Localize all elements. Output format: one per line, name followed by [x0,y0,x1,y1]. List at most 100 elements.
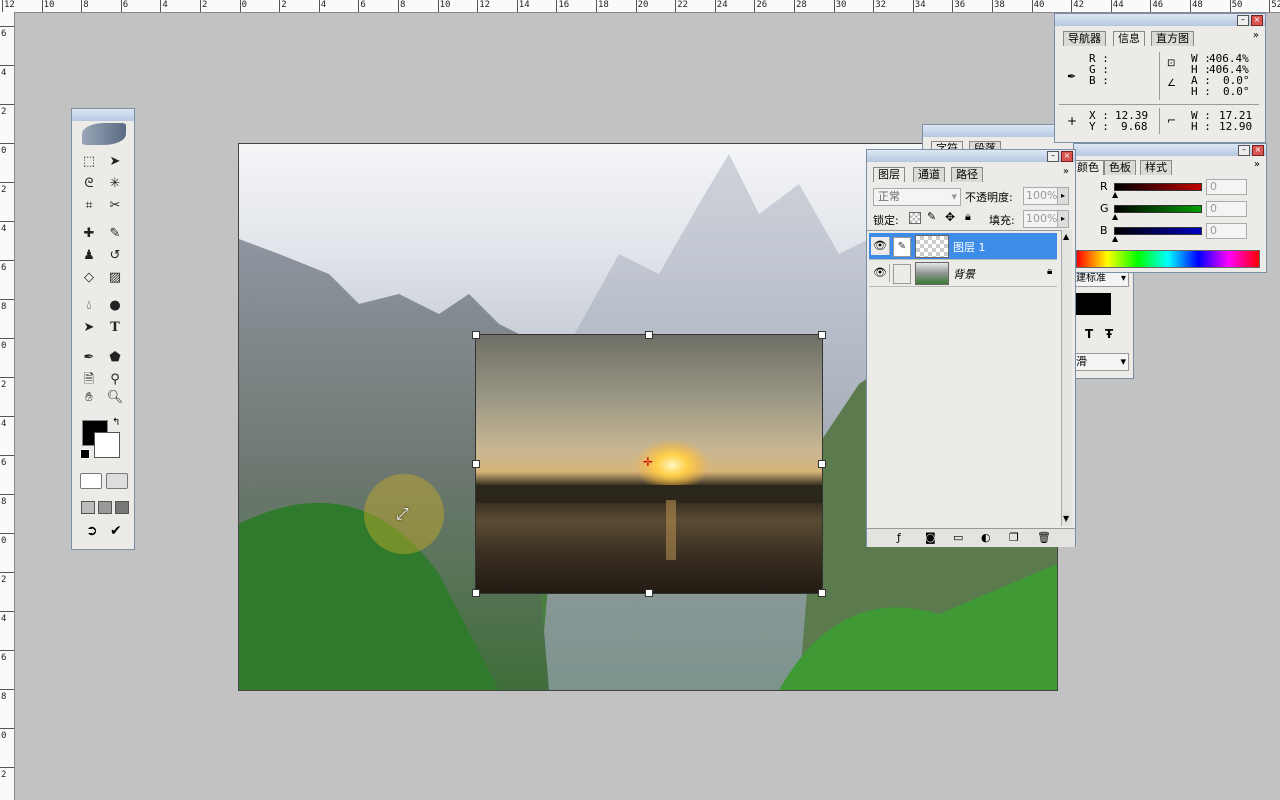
color-panel-titlebar[interactable]: – × [1074,144,1266,156]
move-icon[interactable]: ➤ [106,153,124,171]
slider-thumb[interactable]: ▲ [1112,234,1118,243]
mask-icon[interactable]: ◙ [925,531,936,544]
slider-thumb[interactable]: ▲ [1112,212,1118,221]
top-ruler[interactable]: 12 10 8 6 4 2 0 2 4 6 8 10 12 14 16 18 20 22 24 26 28 30 32 34 3… [0,0,1280,13]
crop-icon[interactable]: ⌗ [80,197,98,215]
tab-styles[interactable]: 样式 [1140,160,1172,175]
jump-to-imageready-icon[interactable]: ➲ [86,523,98,539]
minimize-button[interactable]: – [1047,151,1059,162]
scroll-up-arrow[interactable]: ▲ [1063,232,1069,241]
layer-row-layer1[interactable]: 👁︎ ✎ 图层 1 [869,233,1057,260]
channel-value-g[interactable]: 0 [1206,201,1247,217]
blend-mode-dropdown[interactable]: 正常 ▾ [873,188,961,206]
close-button[interactable]: × [1061,151,1073,162]
toolbox-titlebar[interactable] [72,109,134,121]
layers-panel-titlebar[interactable]: – × [867,150,1075,162]
fill-arrow-button[interactable]: ▸ [1057,210,1069,228]
close-button[interactable]: × [1251,15,1263,26]
lock-image-icon[interactable]: ✎ [927,210,936,223]
lock-position-icon[interactable]: ✥ [945,210,955,224]
text-color-swatch[interactable] [1075,293,1111,315]
blur-icon[interactable]: 💧︎ [80,297,98,315]
folder-icon[interactable]: ▭ [953,531,963,544]
layer-row-background[interactable]: 👁︎ 背景 🔒︎ [869,260,1057,287]
channel-slider-b[interactable] [1114,227,1202,235]
panel-menu-icon[interactable]: » [1254,159,1260,170]
screen-mode-full-menu-icon[interactable] [98,501,112,514]
antialias-dropdown[interactable]: 滑 ▾ [1075,353,1129,371]
transform-handle-ml[interactable] [472,460,480,468]
transform-handle-mr[interactable] [818,460,826,468]
checkmark-icon[interactable]: ✔ [110,523,122,539]
swap-colors-icon[interactable]: ↰ [112,417,120,428]
color-spectrum-bar[interactable] [1076,250,1260,268]
brush-icon[interactable]: ✎ [106,225,124,243]
gradient-icon[interactable]: ▨ [106,269,124,287]
screen-mode-standard-icon[interactable] [81,501,95,514]
magic-wand-icon[interactable]: ✳ [106,175,124,193]
photoshop-feather-logo[interactable] [82,123,126,145]
lock-transparency-icon[interactable] [909,212,921,224]
transform-handle-tl[interactable] [472,331,480,339]
info-panel-titlebar[interactable]: – × [1055,14,1265,26]
tab-color[interactable]: 颜色 [1072,160,1104,175]
transform-handle-bc[interactable] [645,589,653,597]
eraser-icon[interactable]: ◇ [80,269,98,287]
eye-icon[interactable]: 👁︎ [871,264,890,282]
layer-style-icon[interactable]: ƒ [897,531,901,544]
tab-swatches[interactable]: 色板 [1104,160,1136,175]
background-color-swatch[interactable] [94,432,120,458]
healing-icon[interactable]: ✚ [80,225,98,243]
layers-scrollbar[interactable]: ▲ ▼ [1061,230,1072,526]
opacity-arrow-button[interactable]: ▸ [1057,187,1069,205]
stamp-icon[interactable]: ♟ [80,247,98,265]
notes-icon[interactable]: 🗎︎ [80,371,98,389]
slice-icon[interactable]: ✂ [106,197,124,215]
eye-icon[interactable]: 👁︎ [871,237,890,255]
hand-icon[interactable]: ✋︎ [80,389,98,407]
dodge-icon[interactable]: ● [106,297,124,315]
panel-menu-icon[interactable]: » [1253,30,1259,41]
standard-mode-button[interactable] [80,473,102,489]
tab-navigator[interactable]: 导航器 [1063,31,1106,46]
type-icon[interactable]: T [106,319,124,337]
tab-info[interactable]: 信息 [1113,31,1145,46]
link-box[interactable] [893,264,911,284]
slider-thumb[interactable]: ▲ [1112,190,1118,199]
adjustment-icon[interactable]: ◐ [981,531,991,544]
transform-handle-tr[interactable] [818,331,826,339]
transform-handle-bl[interactable] [472,589,480,597]
pen-icon[interactable]: ✒ [80,349,98,367]
panel-menu-icon[interactable]: » [1063,166,1069,177]
tab-channels[interactable]: 通道 [913,167,945,182]
strikethrough-type-button[interactable]: Ŧ [1105,327,1113,341]
lock-all-icon[interactable]: 🔒︎ [965,210,971,224]
channel-value-b[interactable]: 0 [1206,223,1247,239]
history-brush-icon[interactable]: ↺ [106,247,124,265]
marquee-icon[interactable]: ⬚ [80,153,98,171]
tab-paths[interactable]: 路径 [951,167,983,182]
minimize-button[interactable]: – [1238,145,1250,156]
eyedropper-icon[interactable]: ⚲ [106,371,124,389]
layer-name[interactable]: 图层 1 [953,239,986,255]
shape-icon[interactable]: ⬟ [106,349,124,367]
left-ruler[interactable]: 6 4 2 0 2 4 6 8 0 2 4 6 8 0 2 4 6 8 0 2 [0,12,15,800]
lasso-icon[interactable]: ᘓ [80,175,98,193]
path-select-icon[interactable]: ➤ [80,319,98,337]
font-style-dropdown[interactable]: 建标准 ▾ [1075,271,1129,287]
transform-center-icon[interactable]: ✛ [642,456,654,468]
tab-layers[interactable]: 图层 [873,167,905,182]
quick-mask-button[interactable] [106,473,128,489]
channel-slider-g[interactable] [1114,205,1202,213]
scroll-down-arrow[interactable]: ▼ [1063,514,1069,523]
new-layer-icon[interactable]: ❐ [1009,531,1019,544]
brush-icon[interactable]: ✎ [893,237,911,257]
transform-bounding-box[interactable]: ✛ [472,331,826,597]
transform-handle-tc[interactable] [645,331,653,339]
screen-mode-full-icon[interactable] [115,501,129,514]
layer-name[interactable]: 背景 [953,266,975,282]
zoom-icon[interactable]: 🔍︎ [106,389,124,407]
transform-handle-br[interactable] [818,589,826,597]
underline-type-button[interactable]: T [1085,327,1093,341]
channel-value-r[interactable]: 0 [1206,179,1247,195]
